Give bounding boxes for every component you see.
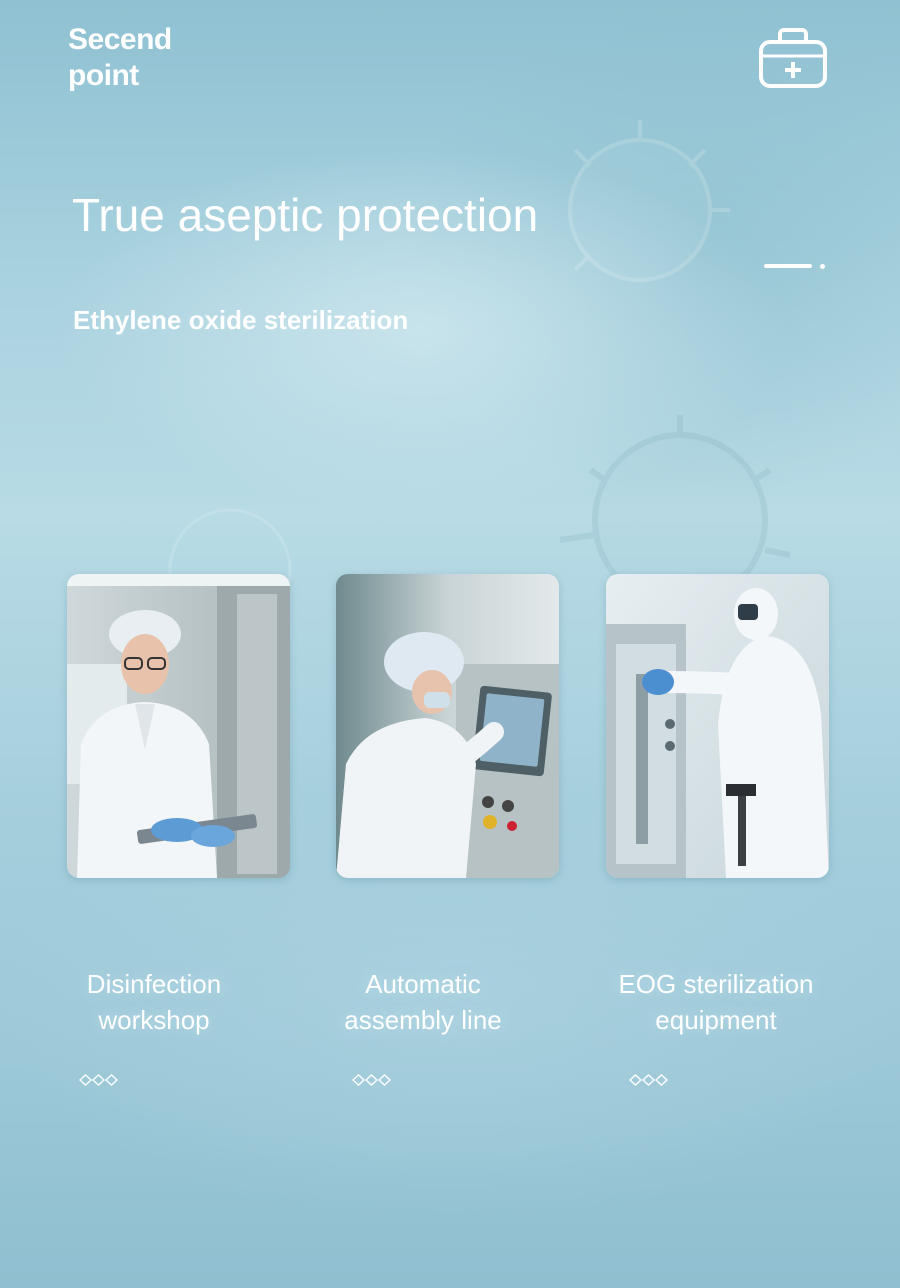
caption-line: Automatic bbox=[365, 969, 481, 999]
caption-eog-sterilization-equipment: EOG sterilization equipment bbox=[586, 966, 846, 1038]
caption-line: assembly line bbox=[344, 1005, 502, 1035]
brand-label: Secend point bbox=[68, 22, 172, 94]
photo-automatic-assembly-line bbox=[336, 574, 559, 878]
caption-line: EOG sterilization bbox=[618, 969, 814, 999]
diamond-ornament-icon bbox=[629, 1074, 669, 1086]
decorative-dot bbox=[820, 264, 825, 269]
diamond-ornament-icon bbox=[79, 1074, 119, 1086]
photo-card-eog-sterilization-equipment bbox=[606, 574, 829, 878]
photo-card-automatic-assembly-line bbox=[336, 574, 559, 878]
caption-automatic-assembly-line: Automatic assembly line bbox=[293, 966, 553, 1038]
page-title: True aseptic protection bbox=[72, 189, 539, 241]
caption-line: equipment bbox=[655, 1005, 777, 1035]
photo-card-disinfection-workshop bbox=[67, 574, 290, 878]
page-subtitle: Ethylene oxide sterilization bbox=[73, 305, 409, 335]
decorative-line bbox=[764, 264, 812, 268]
caption-disinfection-workshop: Disinfection workshop bbox=[24, 966, 284, 1038]
brand-line-1: Secend bbox=[68, 23, 172, 56]
diamond-ornament-icon bbox=[352, 1074, 392, 1086]
caption-line: Disinfection bbox=[86, 969, 222, 999]
brand-line-2: point bbox=[68, 59, 139, 92]
medical-kit-icon bbox=[759, 28, 827, 88]
caption-line: workshop bbox=[98, 1005, 210, 1035]
photo-eog-sterilization-equipment bbox=[606, 574, 829, 878]
photo-disinfection-workshop bbox=[67, 574, 290, 878]
